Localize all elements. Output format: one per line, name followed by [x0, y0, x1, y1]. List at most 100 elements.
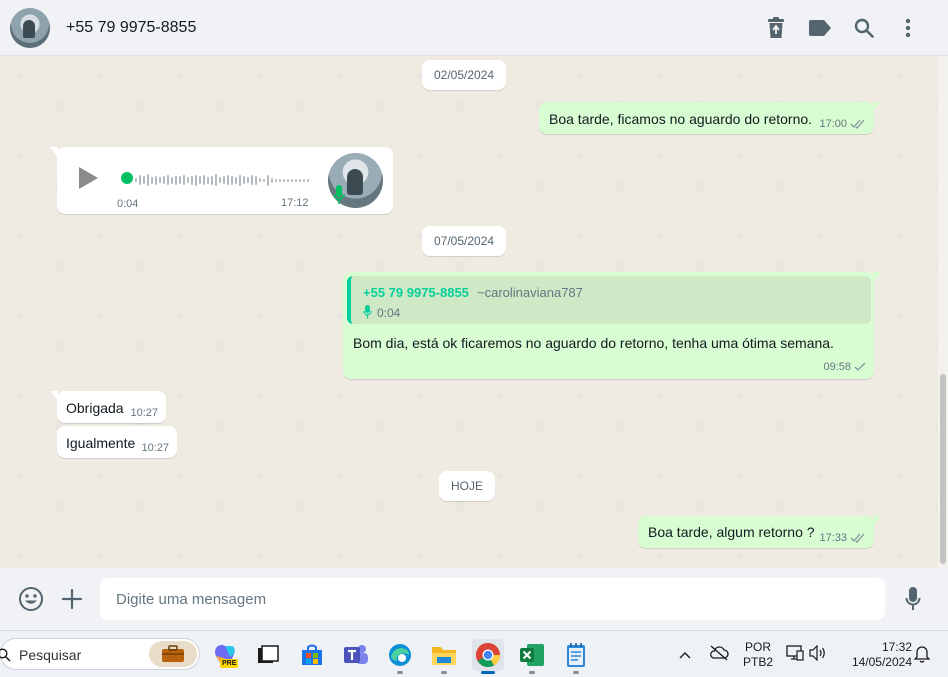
- show-hidden-icons-button[interactable]: [678, 647, 692, 665]
- taskbar-clock[interactable]: 17:32 14/05/2024: [838, 640, 912, 670]
- play-icon: [79, 167, 98, 189]
- message-text: Boa tarde, ficamos no aguardo do retorno…: [549, 111, 813, 127]
- quote-author: +55 79 9975-8855: [363, 285, 469, 300]
- running-indicator: [441, 671, 447, 674]
- quoted-message[interactable]: +55 79 9975-8855 ~carolinaviana787 0:04: [347, 276, 871, 324]
- message-meta: 09:58: [823, 361, 866, 373]
- search-placeholder: Pesquisar: [19, 647, 82, 663]
- delete-button[interactable]: [754, 8, 798, 48]
- microphone-icon: [905, 587, 921, 610]
- date-separator: HOJE: [439, 471, 496, 501]
- message-meta: 17:00: [819, 118, 866, 130]
- quote-duration: 0:04: [377, 306, 401, 320]
- scrollbar-thumb[interactable]: [940, 374, 946, 564]
- taskbar-edge[interactable]: [384, 639, 416, 674]
- speaker-icon: [809, 644, 825, 662]
- notepad-icon: [567, 643, 585, 667]
- bell-icon: [913, 646, 931, 663]
- voice-message[interactable]: 0:04 17:12: [50, 147, 393, 214]
- message-time: 09:58: [823, 361, 851, 373]
- message-text: Boa tarde, algum retorno ?: [648, 524, 815, 540]
- input-language[interactable]: POR PTB2: [740, 640, 776, 670]
- network-icon: [786, 645, 804, 661]
- chevron-up-icon: [679, 652, 691, 659]
- contact-avatar[interactable]: [10, 7, 50, 48]
- taskbar-excel[interactable]: [516, 639, 548, 674]
- message-outgoing[interactable]: Boa tarde, ficamos no aguardo do retorno…: [539, 102, 881, 134]
- date-separator: 07/05/2024: [422, 226, 507, 256]
- message-time: 17:00: [819, 118, 847, 130]
- clock-date: 14/05/2024: [851, 655, 912, 669]
- clock-time: 17:32: [881, 640, 912, 654]
- chrome-icon: [475, 643, 500, 668]
- message-text: Bom dia, está ok ficaremos no aguardo do…: [353, 335, 834, 351]
- playback-position-dot[interactable]: [121, 172, 133, 184]
- contact-name[interactable]: +55 79 9975-8855: [66, 19, 196, 37]
- taskbar-copilot[interactable]: PRE: [209, 639, 241, 671]
- double-check-icon: [850, 119, 865, 129]
- folder-icon: [432, 647, 456, 665]
- attach-button[interactable]: [52, 579, 92, 619]
- single-check-icon: [854, 362, 866, 371]
- taskbar-task-view[interactable]: [252, 639, 284, 671]
- menu-button[interactable]: [886, 8, 930, 48]
- message-text: Obrigada: [66, 400, 124, 416]
- taskbar-chrome[interactable]: [472, 639, 504, 674]
- running-indicator: [573, 671, 579, 674]
- play-button[interactable]: [77, 166, 99, 193]
- network-status[interactable]: [786, 645, 804, 666]
- microphone-icon: [333, 185, 345, 204]
- label-icon: [809, 19, 831, 36]
- message-input[interactable]: [100, 578, 885, 620]
- edge-icon: [389, 644, 411, 666]
- teams-icon: [344, 645, 368, 664]
- taskbar-store[interactable]: [296, 639, 328, 671]
- message-meta: 17:33: [819, 532, 866, 544]
- message-outgoing-reply[interactable]: +55 79 9975-8855 ~carolinaviana787 0:04 …: [343, 272, 881, 379]
- windows-taskbar: Pesquisar PRE POR PTB2 17:32 14/05/2024: [0, 630, 948, 677]
- date-separator: 02/05/2024: [422, 60, 507, 90]
- keyboard-layout: PTB2: [742, 655, 773, 669]
- emoji-icon: [19, 587, 43, 611]
- message-composer: [0, 568, 948, 630]
- taskbar-notepad[interactable]: [560, 639, 592, 674]
- cloud-offline-icon: [710, 645, 729, 661]
- running-indicator: [397, 671, 403, 674]
- voice-record-button[interactable]: [893, 579, 933, 619]
- microphone-icon: [363, 305, 372, 319]
- store-icon: [302, 644, 322, 665]
- header-actions: [754, 8, 930, 48]
- label-button[interactable]: [798, 8, 842, 48]
- taskbar-file-explorer[interactable]: [428, 639, 460, 674]
- chat-header: +55 79 9975-8855: [0, 0, 948, 56]
- volume-control[interactable]: [809, 644, 827, 666]
- message-incoming[interactable]: Igualmente 10:27: [57, 426, 177, 458]
- message-incoming[interactable]: Obrigada 10:27: [50, 391, 166, 423]
- emoji-button[interactable]: [11, 579, 51, 619]
- notifications-button[interactable]: [913, 645, 931, 668]
- message-outgoing[interactable]: Boa tarde, algum retorno ? 17:33: [638, 516, 881, 548]
- excel-icon: [520, 644, 544, 666]
- kebab-menu-icon: [905, 18, 911, 37]
- task-view-icon: [258, 645, 279, 663]
- briefcase-icon: [162, 645, 184, 662]
- double-check-icon: [850, 533, 865, 543]
- trash-icon: [768, 16, 784, 38]
- copilot-badge: PRE: [220, 659, 239, 668]
- message-time: 17:33: [819, 532, 847, 544]
- taskbar-teams[interactable]: [340, 639, 372, 671]
- search-icon: [854, 18, 874, 38]
- search-highlight-briefcase[interactable]: [149, 641, 197, 667]
- onedrive-status[interactable]: [709, 645, 729, 666]
- message-list[interactable]: 02/05/2024 Boa tarde, ficamos no aguardo…: [0, 56, 938, 568]
- message-text: Igualmente: [66, 435, 136, 451]
- running-indicator: [529, 671, 535, 674]
- voice-waveform[interactable]: [135, 173, 309, 187]
- taskbar-search[interactable]: Pesquisar: [0, 638, 200, 670]
- chat-scrollbar[interactable]: [938, 56, 948, 568]
- search-button[interactable]: [842, 8, 886, 48]
- running-indicator: [481, 671, 495, 674]
- quote-handle: ~carolinaviana787: [477, 285, 583, 300]
- language-code: POR: [744, 640, 771, 654]
- voice-duration: 0:04: [117, 198, 139, 210]
